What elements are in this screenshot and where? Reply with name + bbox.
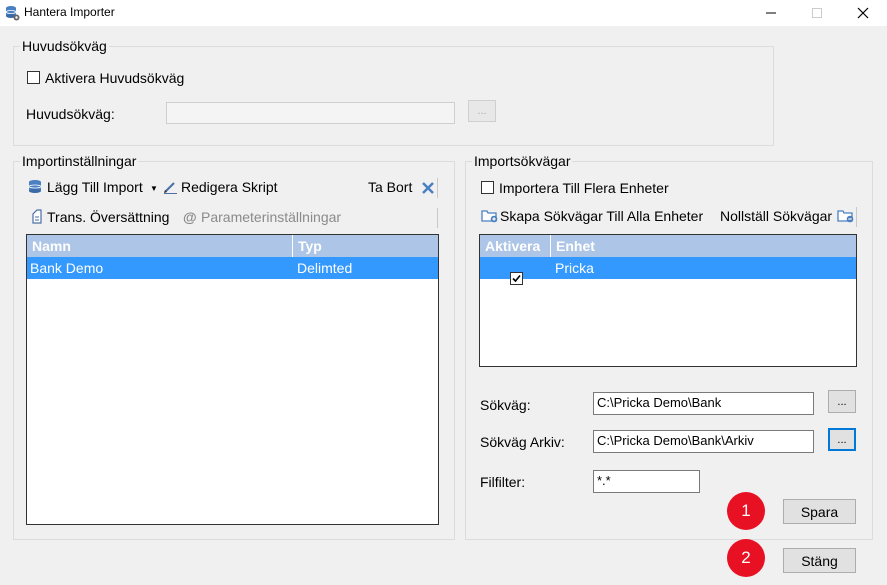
step-badge-2: 2 (727, 539, 765, 577)
minimize-icon (766, 12, 776, 14)
dropdown-arrow-icon[interactable]: ▼ (150, 184, 158, 193)
main-path-browse-button: ... (468, 100, 496, 122)
edit-script-button[interactable]: Redigera Skript (181, 179, 278, 195)
column-header-unit[interactable]: Enhet (551, 235, 856, 257)
main-path-input (166, 102, 455, 124)
main-path-group (13, 46, 774, 146)
toolbar-separator (437, 178, 438, 198)
column-header-name[interactable]: Namn (27, 235, 293, 257)
import-type-cell: Delimted (297, 260, 353, 276)
units-list-header: Aktivera Enhet (480, 235, 856, 257)
database-add-icon (28, 179, 44, 198)
create-paths-button[interactable]: Skapa Sökvägar Till Alla Enheter (500, 208, 703, 224)
edit-script-icon (163, 180, 178, 197)
file-filter-input[interactable]: *.* (593, 470, 700, 493)
table-row[interactable]: Bank Demo Delimted (27, 257, 438, 279)
close-window-button[interactable] (840, 0, 886, 26)
folder-add-icon (481, 208, 498, 226)
archive-path-label: Sökväg Arkiv: (480, 434, 565, 450)
close-button[interactable]: Stäng (783, 548, 856, 573)
delete-button[interactable]: Ta Bort (368, 179, 412, 195)
window-title: Hantera Importer (24, 5, 115, 19)
path-label: Sökväg: (480, 397, 531, 413)
archive-browse-button[interactable]: ... (828, 428, 856, 451)
multi-units-label: Importera Till Flera Enheter (499, 180, 669, 196)
checkmark-icon (512, 274, 521, 283)
close-icon (857, 7, 869, 19)
archive-path-input[interactable]: C:\Pricka Demo\Bank\Arkiv (593, 430, 814, 453)
save-button[interactable]: Spara (783, 499, 856, 524)
translation-icon (31, 209, 43, 227)
import-list[interactable]: Namn Typ Bank Demo Delimted (26, 234, 439, 525)
activate-main-path-label: Aktivera Huvudsökväg (45, 70, 185, 86)
import-name-cell: Bank Demo (30, 260, 104, 276)
folder-remove-icon[interactable] (837, 208, 854, 226)
database-gear-icon (5, 5, 20, 24)
import-list-header: Namn Typ (27, 235, 438, 257)
table-row[interactable]: Pricka (480, 257, 856, 285)
unit-cell: Pricka (555, 260, 594, 276)
active-checkbox[interactable] (510, 272, 523, 285)
at-sign-icon: @ (183, 209, 197, 225)
multi-units-checkbox[interactable] (481, 181, 494, 194)
maximize-button (794, 0, 840, 26)
toolbar-separator-3 (856, 207, 857, 227)
import-settings-legend: Importinställningar (20, 153, 139, 169)
translation-button[interactable]: Trans. Översättning (47, 209, 169, 225)
path-browse-button[interactable]: ... (828, 390, 856, 413)
reset-paths-button[interactable]: Nollställ Sökvägar (720, 208, 832, 224)
maximize-icon (812, 8, 822, 18)
add-import-button[interactable]: Lägg Till Import (47, 179, 143, 195)
column-header-active[interactable]: Aktivera (480, 235, 551, 257)
column-header-type[interactable]: Typ (293, 235, 438, 257)
units-list[interactable]: Aktivera Enhet Pricka (479, 234, 857, 367)
file-filter-label: Filfilter: (480, 474, 526, 490)
toolbar-separator-2 (437, 208, 438, 228)
parameters-button: Parameterinställningar (201, 209, 342, 225)
step-badge-1: 1 (727, 492, 765, 530)
activate-main-path-checkbox[interactable] (27, 71, 40, 84)
minimize-button[interactable] (748, 0, 794, 26)
main-path-legend: Huvudsökväg (20, 38, 109, 54)
import-paths-legend: Importsökvägar (472, 153, 573, 169)
path-input[interactable]: C:\Pricka Demo\Bank (593, 392, 814, 415)
title-bar: Hantera Importer (0, 0, 887, 26)
main-path-label: Huvudsökväg: (26, 106, 115, 122)
delete-x-icon[interactable] (422, 181, 434, 197)
